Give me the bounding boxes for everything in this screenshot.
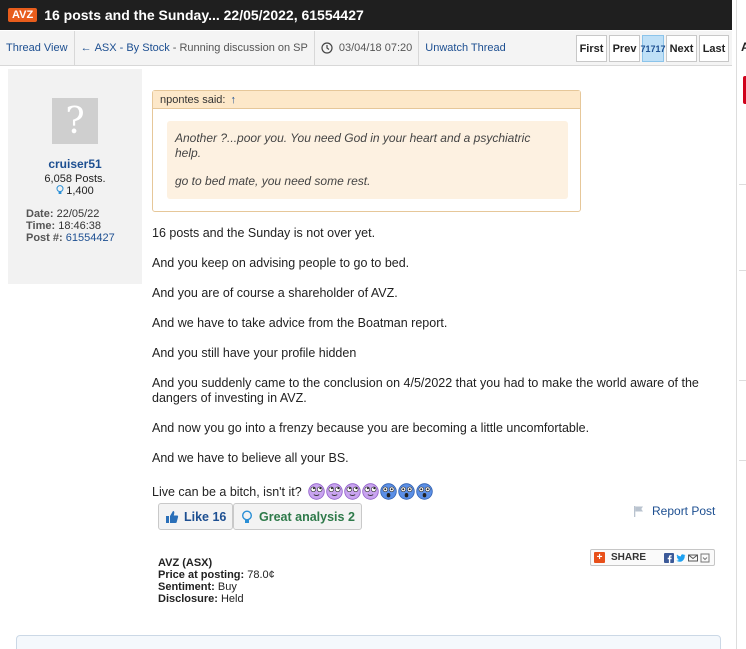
shocked-emoji	[416, 483, 433, 500]
thumbs-up-icon	[166, 510, 179, 523]
clock-icon	[321, 42, 333, 54]
pagination: First Prev 71717 Next Last	[576, 35, 729, 62]
post-time: 18:46:38	[58, 220, 102, 232]
quote-text-line: go to bed mate, you need some rest.	[175, 174, 371, 188]
quote-block: npontes said: ↑ Another ?...poor you. Yo…	[152, 90, 581, 212]
quote-text-line: Another ?...poor you. You need God in yo…	[175, 131, 531, 145]
stock-info: AVZ (ASX) Price at posting: 78.0¢ Sentim…	[158, 557, 275, 605]
username-link[interactable]: cruiser51	[8, 157, 142, 171]
last-page-button[interactable]: Last	[699, 35, 729, 62]
post-last-line: Live can be a bitch, isn't it?	[152, 483, 433, 500]
eye-roll-emoji	[344, 483, 361, 500]
eye-roll-emoji	[362, 483, 379, 500]
thread-nav-bar: Thread View ← ASX - By Stock - Running d…	[0, 31, 732, 66]
like-button-label: Like 16	[184, 509, 227, 524]
post-number-label: Post #:	[26, 232, 63, 244]
thread-view-link-wrap: Thread View	[0, 31, 75, 65]
sentiment-label: Sentiment:	[158, 581, 215, 593]
post-text-line: And you keep on advising people to go to…	[152, 256, 410, 270]
share-widget[interactable]: + SHARE	[590, 549, 715, 566]
right-panel-divider	[739, 380, 746, 381]
right-panel-letter: A	[741, 40, 746, 54]
quote-source-arrow-icon[interactable]: ↑	[231, 94, 237, 106]
breadcrumb: ← ASX - By Stock - Running discussion on…	[75, 31, 315, 65]
great-analysis-label: Great analysis 2	[259, 509, 355, 524]
back-arrow-icon[interactable]: ←	[81, 42, 92, 54]
user-likes-count: 1,400	[66, 185, 94, 197]
shocked-emoji	[398, 483, 415, 500]
avatar[interactable]: ?	[52, 98, 98, 144]
post-date-label: Date:	[26, 208, 54, 220]
price-value: 78.0¢	[247, 569, 275, 581]
quote-header: npontes said: ↑	[153, 91, 580, 109]
thread-subtitle: Running discussion on SP	[179, 42, 308, 54]
lightbulb-icon	[56, 185, 64, 194]
ticker-badge[interactable]: AVZ	[8, 8, 38, 22]
facebook-icon[interactable]	[664, 552, 674, 563]
sentiment-value: Buy	[217, 581, 237, 593]
user-post-count: 6,058 Posts.	[44, 173, 106, 185]
right-panel-divider	[739, 270, 746, 271]
post-time-row: Time: 18:46:38	[26, 220, 101, 232]
post-text-line: And you still have your profile hidden	[152, 346, 357, 360]
user-likes: 1,400	[8, 185, 142, 197]
post-text-line: Live can be a bitch, isn't it?	[152, 485, 302, 499]
more-icon[interactable]	[700, 553, 710, 563]
post-text-line: And we have to take advice from the Boat…	[152, 316, 448, 330]
shocked-emoji	[380, 483, 397, 500]
next-page-button[interactable]: Next	[666, 35, 697, 62]
eye-roll-emoji	[326, 483, 343, 500]
quote-author: npontes said:	[160, 94, 226, 106]
post-date: 22/05/22	[56, 208, 100, 220]
post-text-line: And you suddenly came to the conclusion …	[152, 376, 699, 390]
post-text-line: 16 posts and the Sunday is not over yet.	[152, 226, 376, 240]
disclosure-label: Disclosure:	[158, 593, 218, 605]
share-label: SHARE	[611, 552, 647, 563]
lightbulb-icon	[241, 509, 253, 523]
post-time-label: Time:	[26, 220, 56, 232]
right-panel-divider	[739, 184, 746, 185]
twitter-icon[interactable]	[676, 553, 686, 563]
stock-code[interactable]: AVZ (ASX)	[158, 557, 212, 569]
price-label: Price at posting:	[158, 569, 245, 581]
right-sidebar-edge: A	[736, 0, 746, 649]
share-plus-icon: +	[594, 552, 605, 563]
right-panel-divider	[739, 460, 746, 461]
post-date-row: Date: 22/05/22	[26, 208, 99, 220]
prev-page-button[interactable]: Prev	[609, 35, 640, 62]
post-number-link[interactable]: 61554427	[66, 232, 115, 244]
eye-roll-emoji	[308, 483, 325, 500]
thread-timestamp-wrap: 03/04/18 07:20	[315, 31, 420, 65]
next-post-box	[16, 635, 721, 649]
emoji-row	[308, 483, 433, 500]
disclosure-value: Held	[220, 593, 244, 605]
post-text-line: dangers of investing in AVZ.	[152, 391, 307, 405]
current-page-indicator[interactable]: 71717	[640, 35, 666, 62]
quote-body: Another ?...poor you. You need God in yo…	[167, 121, 568, 199]
unwatch-thread-link[interactable]: Unwatch Thread	[425, 42, 506, 54]
email-icon[interactable]	[688, 553, 698, 563]
user-info-panel: ? cruiser51 6,058 Posts. 1,400 Date: 22/…	[8, 69, 142, 284]
thread-timestamp: 03/04/18 07:20	[338, 42, 413, 54]
report-post-label: Report Post	[652, 504, 716, 518]
thread-title-bar: AVZ 16 posts and the Sunday... 22/05/202…	[0, 0, 732, 30]
thread-title: 16 posts and the Sunday... 22/05/2022, 6…	[44, 7, 364, 23]
post-number-row: Post #: 61554427	[26, 232, 115, 244]
post-text-line: And you are of course a shareholder of A…	[152, 286, 398, 300]
great-analysis-button[interactable]: Great analysis 2	[233, 503, 362, 530]
report-post-link[interactable]: Report Post	[633, 504, 715, 518]
post-text-line: And now you go into a frenzy because you…	[152, 421, 590, 435]
like-button[interactable]: Like 16	[158, 503, 234, 530]
breadcrumb-separator: -	[172, 42, 177, 54]
share-icons	[664, 552, 710, 563]
post-text-line: And we have to believe all your BS.	[152, 451, 349, 465]
unwatch-wrap: Unwatch Thread	[419, 31, 512, 65]
thread-view-link[interactable]: Thread View	[6, 42, 68, 54]
flag-icon	[634, 506, 643, 517]
first-page-button[interactable]: First	[576, 35, 607, 62]
quote-text-line: help.	[175, 146, 202, 160]
forum-link[interactable]: ASX - By Stock	[95, 42, 170, 54]
